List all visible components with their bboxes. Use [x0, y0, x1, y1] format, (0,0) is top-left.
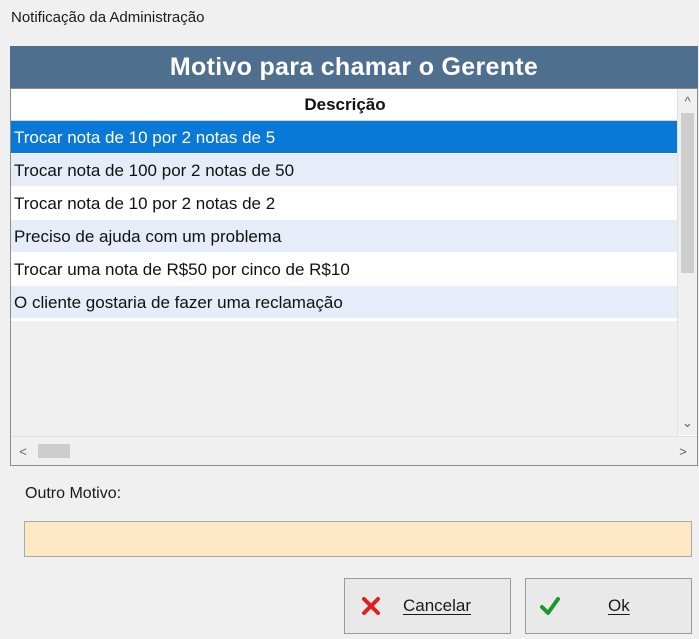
outro-motivo-label: Outro Motivo:	[25, 485, 122, 502]
grid-row[interactable]: Trocar nota de 10 por 2 notas de 2	[11, 187, 679, 220]
scroll-down-arrow-icon[interactable]: ⌄	[678, 415, 697, 431]
grid-row[interactable]: Trocar uma nota de R$50 por cinco de R$1…	[11, 253, 679, 286]
outro-motivo-input[interactable]	[24, 521, 692, 557]
scroll-up-arrow-icon[interactable]: ^	[678, 93, 697, 109]
scroll-left-arrow-icon[interactable]: <	[13, 437, 33, 465]
grid-row[interactable]: Trocar nota de 100 por 2 notas de 50	[11, 154, 679, 187]
check-icon	[538, 594, 562, 618]
grid-row[interactable]: Trocar nota de 10 por 2 notas de 5	[11, 121, 679, 154]
ok-button[interactable]: Ok	[525, 578, 692, 634]
window-title: Notificação da Administração	[11, 9, 205, 26]
column-header-descricao[interactable]: Descrição	[11, 89, 679, 121]
reasons-grid[interactable]: Descrição Trocar nota de 10 por 2 notas …	[10, 88, 698, 466]
vertical-scroll-thumb[interactable]	[681, 113, 694, 273]
x-icon	[359, 594, 383, 618]
grid-empty-area	[11, 321, 679, 437]
horizontal-scrollbar[interactable]: < >	[11, 436, 697, 465]
grid-row[interactable]: O cliente gostaria de fazer uma reclamaç…	[11, 286, 679, 319]
vertical-scrollbar[interactable]: ^ ⌄	[677, 89, 697, 435]
dialog-header: Motivo para chamar o Gerente	[10, 46, 698, 88]
grid-rows: Trocar nota de 10 por 2 notas de 5 Troca…	[11, 121, 679, 319]
scroll-right-arrow-icon[interactable]: >	[673, 437, 693, 465]
dialog-header-title: Motivo para chamar o Gerente	[169, 52, 539, 81]
ok-button-label: Ok	[608, 596, 630, 615]
horizontal-scroll-thumb[interactable]	[38, 444, 70, 458]
cancel-button-label: Cancelar	[403, 596, 472, 615]
grid-row[interactable]: Preciso de ajuda com um problema	[11, 220, 679, 253]
cancel-button[interactable]: Cancelar	[344, 578, 511, 634]
